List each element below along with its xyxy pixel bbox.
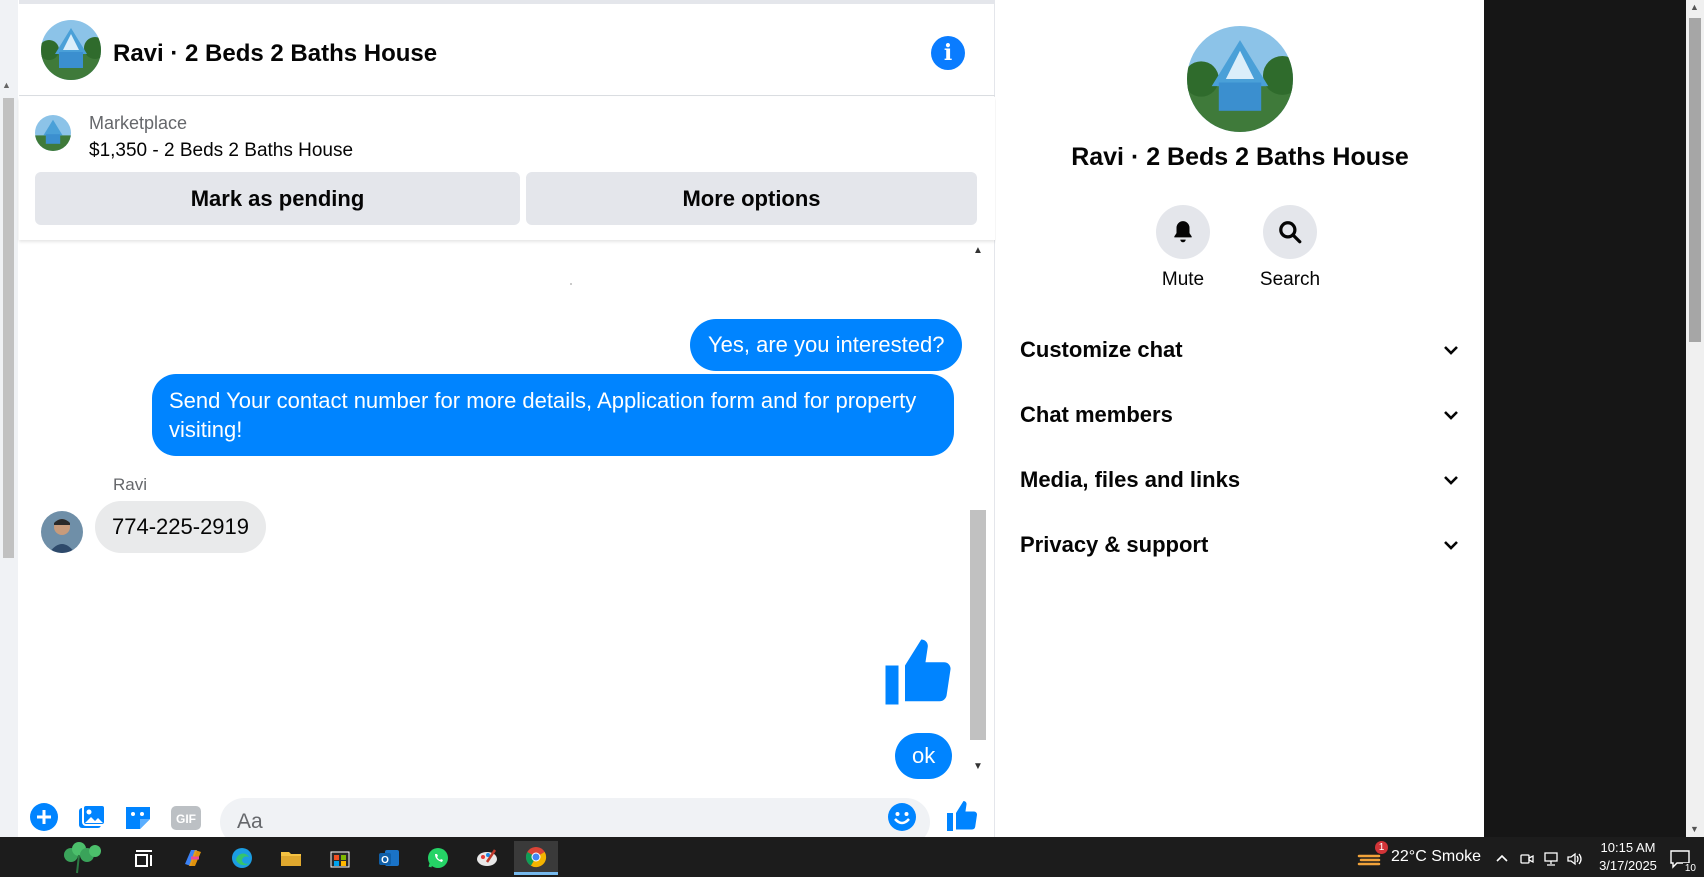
info-icon[interactable]: i	[931, 36, 965, 70]
incoming-message[interactable]: 774-225-2919	[95, 501, 267, 553]
browser-background	[1484, 0, 1692, 837]
chevron-down-icon	[1444, 476, 1458, 485]
weather-text[interactable]: 22°C Smoke	[1391, 848, 1481, 866]
house-photo-icon	[35, 115, 71, 151]
scroll-up-arrow-icon[interactable]: ▲	[2, 80, 11, 90]
chevron-down-icon	[1444, 346, 1458, 355]
gif-icon[interactable]: GIF	[170, 802, 202, 832]
left-scrollbar-thumb[interactable]	[3, 98, 14, 558]
section-chat-members[interactable]: Chat members	[1020, 395, 1460, 435]
chat-header: Ravi · 2 Beds 2 Baths House i	[19, 4, 995, 96]
outgoing-message[interactable]: Send Your contact number for more detail…	[152, 374, 954, 456]
chat-avatar[interactable]	[41, 20, 101, 80]
listing-thumbnail[interactable]	[35, 115, 71, 151]
task-view-icon[interactable]	[122, 841, 166, 875]
section-label: Chat members	[1020, 402, 1173, 427]
send-like-icon[interactable]	[944, 798, 980, 834]
outgoing-message[interactable]: ok	[895, 733, 953, 779]
person-photo-icon	[41, 511, 83, 553]
paint-app-icon[interactable]	[465, 841, 509, 875]
volume-icon[interactable]	[1563, 842, 1587, 876]
plus-icon[interactable]	[29, 802, 59, 832]
details-avatar[interactable]	[1187, 26, 1293, 132]
photo-icon[interactable]	[76, 802, 106, 832]
sticker-icon[interactable]	[123, 802, 153, 832]
emoji-icon[interactable]	[887, 802, 917, 832]
file-explorer-icon[interactable]	[269, 841, 313, 875]
search-action[interactable]: Search	[1250, 205, 1330, 291]
network-icon[interactable]	[1539, 842, 1563, 876]
message-list: Yes, are you interested? Send Your conta…	[19, 241, 974, 781]
mute-label: Mute	[1161, 269, 1205, 290]
chevron-up-icon[interactable]	[1490, 842, 1514, 876]
section-label: Privacy & support	[1020, 532, 1209, 557]
scroll-down-arrow-icon[interactable]: ▼	[973, 761, 983, 772]
chat-panel: Ravi · 2 Beds 2 Baths House i Marketplac…	[19, 0, 995, 846]
weather-icon[interactable]: 1	[1352, 841, 1388, 875]
chrome-icon[interactable]	[514, 841, 558, 875]
system-clock[interactable]: 10:15 AM 3/17/2025	[1585, 839, 1671, 875]
section-media-files-links[interactable]: Media, files and links	[1020, 460, 1460, 500]
message-scrollbar[interactable]: ▲ ▼	[968, 245, 988, 775]
mute-action[interactable]: Mute	[1143, 205, 1223, 291]
scroll-up-arrow-icon[interactable]: ▲	[973, 245, 983, 256]
window-scrollbar[interactable]: ▲ ▼	[1686, 0, 1704, 837]
conversation-details-panel: Ravi · 2 Beds 2 Baths House Mute Search …	[996, 0, 1484, 837]
more-options-button[interactable]: More options	[526, 172, 977, 225]
copilot-icon[interactable]	[171, 841, 215, 875]
scroll-down-arrow-icon[interactable]: ▼	[1690, 824, 1699, 834]
sender-name: Ravi	[113, 475, 148, 494]
scroll-up-arrow-icon[interactable]: ▲	[1690, 2, 1699, 12]
search-icon[interactable]	[1263, 205, 1317, 259]
sender-avatar[interactable]	[41, 511, 83, 553]
details-title: Ravi · 2 Beds 2 Baths House	[1071, 143, 1409, 171]
meet-now-icon[interactable]	[1515, 842, 1539, 876]
message-scrollbar-thumb[interactable]	[970, 510, 986, 740]
screen: ▲ Ravi · 2 Beds 2 Baths House i Marketpl…	[0, 0, 1704, 877]
section-customize-chat[interactable]: Customize chat	[1020, 330, 1460, 370]
marketplace-label: Marketplace	[89, 113, 188, 133]
store-icon[interactable]	[318, 841, 362, 875]
edge-icon[interactable]	[220, 841, 264, 875]
weather-badge: 1	[1375, 841, 1388, 854]
svg-text:O: O	[381, 855, 389, 866]
search-label: Search	[1259, 269, 1321, 290]
marketplace-banner: Marketplace $1,350 - 2 Beds 2 Baths Hous…	[19, 97, 995, 240]
left-scrollbar[interactable]: ▲	[0, 0, 18, 837]
clock-time: 10:15 AM	[1600, 840, 1656, 855]
listing-title[interactable]: $1,350 - 2 Beds 2 Baths House	[89, 140, 353, 162]
whatsapp-icon[interactable]	[416, 841, 460, 875]
thumbs-up-icon[interactable]	[879, 633, 957, 711]
notification-count: 10	[1682, 863, 1698, 874]
bell-icon[interactable]	[1156, 205, 1210, 259]
chat-title: Ravi · 2 Beds 2 Baths House	[113, 40, 438, 67]
loading-dot	[570, 283, 572, 285]
gif-label: GIF	[176, 812, 196, 826]
section-label: Media, files and links	[1020, 467, 1241, 492]
house-photo-icon	[41, 20, 101, 80]
chevron-down-icon	[1444, 541, 1458, 550]
section-label: Customize chat	[1020, 337, 1183, 362]
chevron-down-icon	[1444, 411, 1458, 420]
window-scrollbar-thumb[interactable]	[1689, 18, 1701, 342]
outlook-icon[interactable]: O	[367, 841, 411, 875]
outgoing-message[interactable]: Yes, are you interested?	[690, 319, 963, 371]
notification-center-icon[interactable]: 10	[1660, 842, 1700, 876]
section-privacy-support[interactable]: Privacy & support	[1020, 525, 1460, 565]
clock-date: 3/17/2025	[1599, 858, 1657, 873]
shamrock-icon[interactable]	[50, 841, 112, 875]
mark-as-pending-button[interactable]: Mark as pending	[35, 172, 520, 225]
house-photo-icon	[1187, 26, 1293, 132]
composer: GIF	[19, 790, 995, 846]
